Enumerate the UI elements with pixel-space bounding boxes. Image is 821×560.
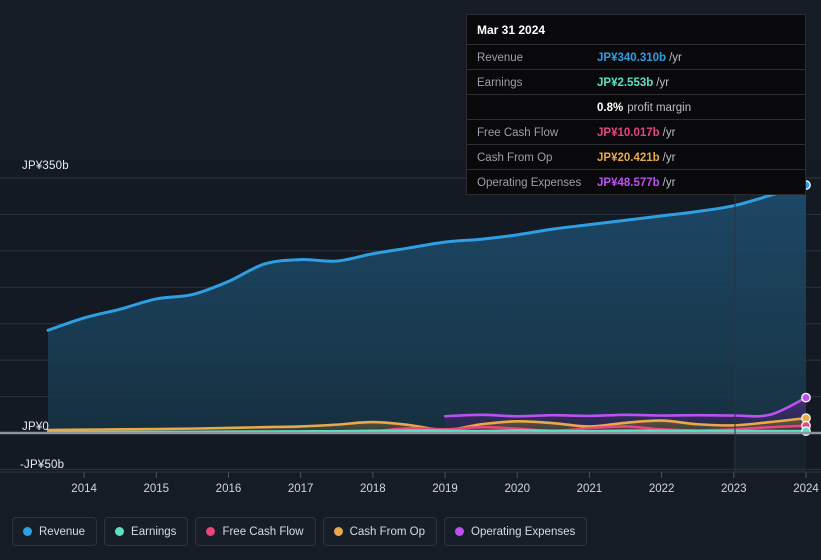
legend-item-free-cash-flow[interactable]: Free Cash Flow	[195, 517, 316, 546]
tooltip-row-value: JP¥20.421b	[597, 152, 660, 164]
legend-color-dot-icon	[115, 527, 125, 536]
tooltip-row-unit: /yr	[662, 152, 676, 164]
legend-color-dot-icon	[333, 527, 343, 536]
chart-legend[interactable]: Revenue Earnings Free Cash Flow Cash From O…	[12, 517, 588, 546]
tooltip-row-value-group: JP¥10.017b/yr	[597, 123, 675, 141]
tooltip-row: Cash From Op JP¥20.421b/yr	[467, 144, 805, 169]
tooltip-row-value-group: 0.8% profit margin	[597, 98, 691, 116]
x-axis-label: 2024	[793, 483, 819, 495]
tooltip-row-value-group: JP¥340.310b/yr	[597, 48, 682, 66]
legend-item-operating-expenses[interactable]: Operating Expenses	[444, 517, 588, 546]
x-axis-label: 2017	[287, 483, 314, 495]
x-axis-label: 2019	[432, 483, 458, 495]
tooltip-date: Mar 31 2024	[477, 23, 546, 37]
legend-color-dot-icon	[23, 527, 32, 536]
tooltip-row-unit: profit margin	[627, 102, 692, 114]
tooltip-row-value-group: JP¥2.553b/yr	[597, 73, 669, 91]
chart-tooltip: Mar 31 2024 Revenue JP¥340.310b/yr Earning…	[466, 14, 806, 195]
tooltip-row-label: Free Cash Flow	[477, 127, 559, 139]
x-axis-label: 2020	[504, 483, 531, 495]
tooltip-row-label: Operating Expenses	[477, 177, 582, 189]
tooltip-row: Revenue JP¥340.310b/yr	[467, 44, 805, 69]
x-axis-label: 2022	[648, 483, 675, 495]
tooltip-row-unit: /yr	[656, 77, 670, 89]
tooltip-row: Earnings JP¥2.553b/yr	[467, 69, 805, 94]
financial-chart-widget: JP¥350b JP¥0 -JP¥50b 2014 2015 2016 2017 201…	[0, 0, 821, 560]
legend-item-label: Cash From Op	[349, 525, 426, 538]
y-axis-label-zero: JP¥0	[22, 421, 50, 433]
tooltip-rows: Revenue JP¥340.310b/yr Earnings JP¥2.553b/y…	[467, 44, 805, 194]
tooltip-row: Free Cash Flow JP¥10.017b/yr	[467, 119, 805, 144]
tooltip-row-value-group: JP¥20.421b/yr	[597, 148, 675, 166]
x-axis-label: 2021	[576, 483, 603, 495]
tooltip-row-unit: /yr	[662, 177, 676, 189]
tooltip-row-label: Earnings	[477, 77, 523, 89]
legend-item-earnings[interactable]: Earnings	[104, 517, 189, 546]
tooltip-row-value: JP¥340.310b	[597, 52, 667, 64]
tooltip-row-value: 0.8%	[597, 102, 624, 114]
tooltip-row-value: JP¥2.553b	[597, 77, 654, 89]
tooltip-row-value: JP¥10.017b	[597, 127, 660, 139]
x-axis-label: 2018	[360, 483, 386, 495]
tooltip-row-unit: /yr	[669, 52, 682, 64]
y-axis-label-bottom: -JP¥50b	[20, 459, 65, 471]
end-marker-operating-expenses	[801, 392, 811, 403]
legend-item-label: Revenue	[39, 525, 86, 538]
x-tick-marks	[83, 472, 807, 478]
tooltip-row-label: Revenue	[477, 52, 524, 64]
legend-item-revenue[interactable]: Revenue	[12, 517, 98, 546]
tooltip-row-value-group: JP¥48.577b/yr	[597, 173, 675, 191]
tooltip-row: 0.8% profit margin	[467, 94, 805, 119]
legend-color-dot-icon	[206, 527, 216, 536]
legend-color-dot-icon	[455, 527, 465, 536]
tooltip-row-unit: /yr	[662, 127, 676, 139]
x-axis-label: 2016	[215, 483, 242, 495]
tooltip-row-value: JP¥48.577b	[597, 177, 660, 189]
legend-item-label: Free Cash Flow	[222, 525, 304, 538]
x-axis-label: 2014	[71, 483, 97, 495]
legend-item-label: Earnings	[131, 525, 177, 538]
legend-item-cash-from-op[interactable]: Cash From Op	[322, 517, 438, 546]
legend-item-label: Operating Expenses	[471, 525, 576, 538]
x-axis-label: 2015	[143, 483, 170, 495]
tooltip-row: Operating Expenses JP¥48.577b/yr	[467, 169, 805, 194]
tooltip-row-label: Cash From Op	[477, 152, 553, 164]
y-axis-label-top: JP¥350b	[22, 160, 69, 172]
x-axis-label: 2023	[721, 483, 747, 495]
